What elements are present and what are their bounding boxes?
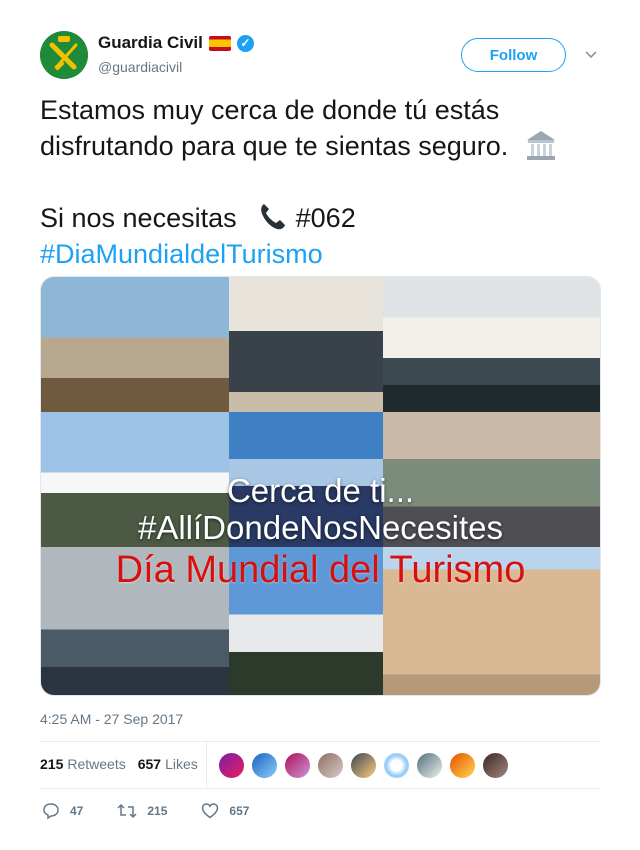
likes-label: Likes <box>165 756 198 772</box>
action-bar: 47 215 657 <box>42 802 283 820</box>
liker-avatar[interactable] <box>218 752 245 779</box>
photo-tile-gibraltar <box>41 277 229 412</box>
likes-stat[interactable]: 657 Likes <box>138 756 198 772</box>
liker-avatars <box>218 752 509 779</box>
overlay-text-1: Cerca de ti... <box>226 472 415 509</box>
reply-count: 47 <box>70 804 84 818</box>
liker-avatar[interactable] <box>416 752 443 779</box>
stats-separator <box>206 742 207 788</box>
tweet-line-1: Estamos muy cerca de donde tú estás <box>40 95 500 125</box>
overlay-text-2: #AllíDondeNosNecesites <box>137 509 503 546</box>
retweet-count: 215 <box>147 804 168 818</box>
liker-avatar[interactable] <box>383 752 410 779</box>
hashtag-link[interactable]: #DiaMundialdelTurismo <box>40 236 600 272</box>
retweet-icon <box>117 803 137 819</box>
heart-icon <box>202 803 219 819</box>
tweet-line-4: Si nos necesitas #062 <box>40 200 600 236</box>
user-handle[interactable]: @guardiacivil <box>98 59 182 75</box>
classical-building-icon <box>526 131 555 160</box>
user-name-row: Guardia Civil ✓ <box>98 33 254 53</box>
liker-avatar[interactable] <box>482 752 509 779</box>
liker-avatar[interactable] <box>284 752 311 779</box>
divider-bottom <box>40 788 600 789</box>
photo-tile-beach <box>383 277 600 412</box>
liker-avatar[interactable] <box>251 752 278 779</box>
media-image[interactable]: Cerca de ti... #AllíDondeNosNecesites Dí… <box>40 276 601 696</box>
liker-avatar[interactable] <box>449 752 476 779</box>
avatar[interactable] <box>40 31 88 79</box>
photo-tile-motorcycle <box>229 277 383 412</box>
liker-avatar[interactable] <box>350 752 377 779</box>
tweet-line-2: disfrutando para que te sientas seguro. <box>40 128 600 164</box>
reply-button[interactable]: 47 <box>42 802 83 820</box>
emoji-row <box>40 164 600 200</box>
retweets-stat[interactable]: 215 Retweets <box>40 756 126 772</box>
follow-button[interactable]: Follow <box>461 38 566 72</box>
likes-count: 657 <box>137 756 162 772</box>
telephone-receiver-icon <box>261 204 286 230</box>
overlay-text-3: Día Mundial del Turismo <box>115 549 526 591</box>
retweets-label: Retweets <box>67 756 126 772</box>
emergency-number: #062 <box>295 203 356 233</box>
like-count: 657 <box>229 804 250 818</box>
tweet-text: Estamos muy cerca de donde tú estás disf… <box>40 92 600 272</box>
user-name[interactable]: Guardia Civil <box>98 33 203 53</box>
chevron-down-icon[interactable] <box>584 48 598 62</box>
divider-top <box>40 741 600 742</box>
liker-avatar[interactable] <box>317 752 344 779</box>
tweet-line-4-text: Si nos necesitas <box>40 203 237 233</box>
tweet-line-2-text: disfrutando para que te sientas seguro. <box>40 131 509 161</box>
timestamp[interactable]: 4:25 AM - 27 Sep 2017 <box>40 711 183 727</box>
reply-icon <box>43 803 59 820</box>
like-button[interactable]: 657 <box>201 802 249 820</box>
retweet-button[interactable]: 215 <box>117 802 167 820</box>
retweets-count: 215 <box>40 756 64 772</box>
guardia-civil-emblem-icon <box>40 31 88 79</box>
engagement-stats: 215 Retweets 657 Likes <box>40 756 198 772</box>
spain-flag-icon <box>208 35 231 51</box>
verified-badge-icon: ✓ <box>236 34 254 52</box>
